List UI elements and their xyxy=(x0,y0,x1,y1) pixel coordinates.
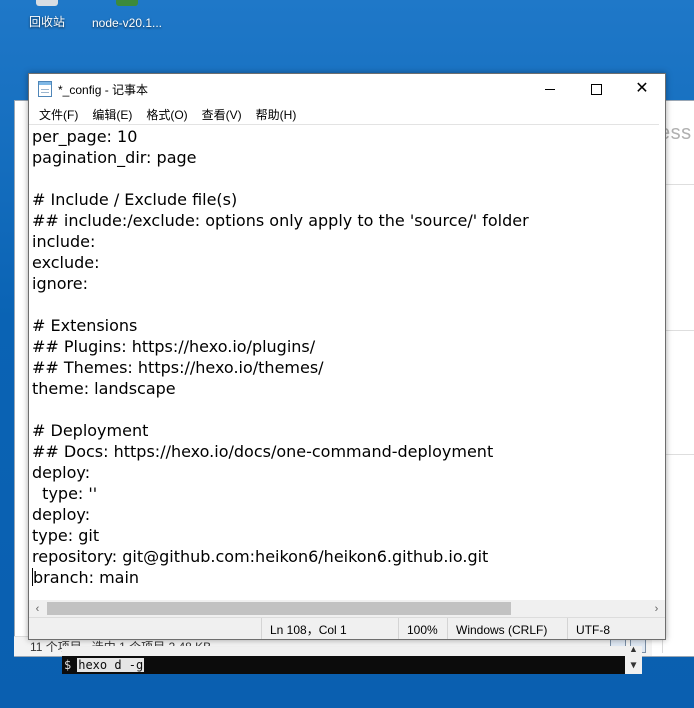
desktop-icon-node-installer[interactable]: node-v20.1... xyxy=(90,0,164,34)
scroll-thumb[interactable] xyxy=(47,602,511,615)
scroll-right-icon[interactable]: › xyxy=(648,600,665,617)
notepad-window[interactable]: *_config - 记事本 ✕ 文件(F) 编辑(E) 格式(O) 查看(V)… xyxy=(28,73,666,640)
title-bar[interactable]: *_config - 记事本 ✕ xyxy=(29,74,665,104)
text-line: ## include:/exclude: options only apply … xyxy=(32,211,529,230)
scroll-up-icon[interactable]: ▲ xyxy=(625,644,642,656)
text-line: deploy: xyxy=(32,505,91,524)
menu-format[interactable]: 格式(O) xyxy=(139,106,194,123)
text-line: ## Themes: https://hexo.io/themes/ xyxy=(32,358,324,377)
close-button[interactable]: ✕ xyxy=(619,74,665,104)
window-controls: ✕ xyxy=(527,74,665,104)
horizontal-scrollbar[interactable]: ‹ › xyxy=(29,600,665,617)
text-line: pagination_dir: page xyxy=(32,148,197,167)
text-line: type: '' xyxy=(32,484,98,503)
menu-file[interactable]: 文件(F) xyxy=(32,106,85,123)
desktop-icon-recycle-bin[interactable]: 回收站 xyxy=(10,0,84,34)
scroll-left-icon[interactable]: ‹ xyxy=(29,600,46,617)
text-line xyxy=(32,399,660,420)
current-line-text: branch: main xyxy=(33,568,140,587)
desktop-icon-label: 回收站 xyxy=(28,15,65,29)
desktop-icon-label: node-v20.1... xyxy=(91,16,163,30)
text-line: theme: landscape xyxy=(32,379,176,398)
text-line: ignore: xyxy=(32,274,88,293)
terminal-command[interactable]: hexo d -g xyxy=(77,658,145,672)
close-icon: ✕ xyxy=(635,80,649,97)
text-line: exclude: xyxy=(32,253,100,272)
window-title: *_config - 记事本 xyxy=(58,82,149,97)
menu-help[interactable]: 帮助(H) xyxy=(249,106,304,123)
recycle-bin-icon xyxy=(36,0,58,6)
vertical-scrollbar[interactable] xyxy=(659,124,665,600)
editor-content[interactable]: per_page: 10 pagination_dir: page # Incl… xyxy=(29,125,660,588)
text-line: ## Docs: https://hexo.io/docs/one-comman… xyxy=(32,442,494,461)
text-line: # Include / Exclude file(s) xyxy=(32,190,238,209)
maximize-icon xyxy=(590,83,602,95)
text-line xyxy=(32,294,660,315)
terminal-scroll-area: ▲ xyxy=(62,644,642,656)
scroll-down-icon[interactable]: ▼ xyxy=(625,656,642,674)
notepad-icon xyxy=(38,81,52,97)
text-line: include: xyxy=(32,232,96,251)
menu-bar: 文件(F) 编辑(E) 格式(O) 查看(V) 帮助(H) xyxy=(29,104,665,124)
text-line xyxy=(32,168,660,189)
explorer-right-pane: ess xyxy=(659,108,694,653)
installer-package-icon xyxy=(116,0,138,6)
text-editor[interactable]: per_page: 10 pagination_dir: page # Incl… xyxy=(29,124,660,600)
minimize-icon xyxy=(545,88,555,90)
minimize-button[interactable] xyxy=(527,74,573,104)
text-line: repository: git@github.com:heikon6/heiko… xyxy=(32,547,489,566)
text-line: type: git xyxy=(32,526,100,545)
terminal-prompt: $ xyxy=(64,658,72,672)
encoding: UTF-8 xyxy=(567,618,665,639)
text-line: # Extensions xyxy=(32,316,138,335)
terminal-window[interactable]: $ hexo d -g ▼ xyxy=(62,656,642,674)
menu-view[interactable]: 查看(V) xyxy=(195,106,249,123)
text-line: # Deployment xyxy=(32,421,149,440)
menu-edit[interactable]: 编辑(E) xyxy=(85,106,139,123)
zoom-level: 100% xyxy=(398,618,447,639)
text-line-current: branch: main xyxy=(32,567,660,588)
cursor-position: Ln 108，Col 1 xyxy=(261,618,398,639)
maximize-button[interactable] xyxy=(573,74,619,104)
status-bar: Ln 108，Col 1 100% Windows (CRLF) UTF-8 xyxy=(29,617,665,639)
text-line: per_page: 10 xyxy=(32,127,138,146)
text-line: ## Plugins: https://hexo.io/plugins/ xyxy=(32,337,316,356)
line-ending: Windows (CRLF) xyxy=(447,618,567,639)
text-line: deploy: xyxy=(32,463,91,482)
